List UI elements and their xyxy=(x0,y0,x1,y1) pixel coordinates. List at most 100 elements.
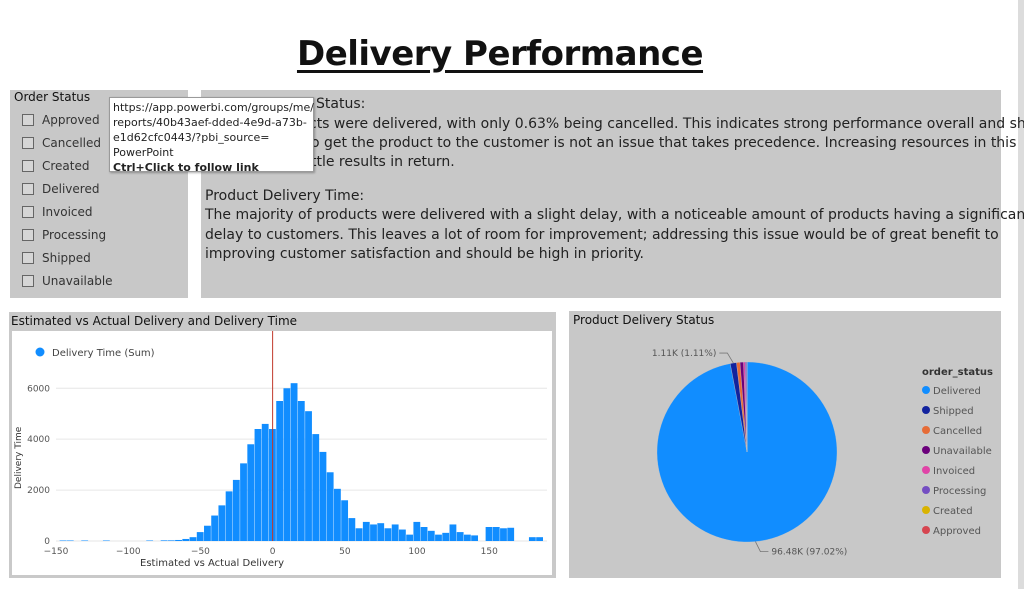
checkbox-icon[interactable] xyxy=(22,137,34,149)
legend-item-delivered[interactable]: Delivered xyxy=(933,386,981,397)
histogram-bar[interactable] xyxy=(160,540,168,541)
x-tick-label: −50 xyxy=(191,547,210,557)
legend-marker xyxy=(922,386,930,394)
histogram-bar[interactable] xyxy=(59,540,67,541)
delivery-histogram-visual[interactable]: Estimated vs Actual Delivery and Deliver… xyxy=(9,312,556,578)
histogram-bar[interactable] xyxy=(204,525,211,541)
legend-marker xyxy=(922,406,930,414)
histogram-bar[interactable] xyxy=(189,537,197,541)
y-tick-label: 2000 xyxy=(27,486,50,496)
legend-item-shipped[interactable]: Shipped xyxy=(933,406,974,417)
histogram-bar[interactable] xyxy=(326,472,334,541)
legend-item-cancelled[interactable]: Cancelled xyxy=(933,426,982,437)
histogram-bar[interactable] xyxy=(232,479,240,541)
histogram-bar[interactable] xyxy=(341,500,349,541)
checkbox-icon[interactable] xyxy=(22,114,34,126)
legend-marker xyxy=(922,466,930,474)
slicer-option-label: Shipped xyxy=(42,251,91,265)
histogram-bar[interactable] xyxy=(500,528,507,541)
legend-marker xyxy=(922,526,930,534)
slicer-option-shipped[interactable]: Shipped xyxy=(22,248,91,268)
histogram-bar[interactable] xyxy=(442,532,450,541)
histogram-bar[interactable] xyxy=(492,527,500,541)
histogram-bar[interactable] xyxy=(102,540,110,541)
histogram-bar[interactable] xyxy=(225,491,233,541)
checkbox-icon[interactable] xyxy=(22,275,34,287)
histogram-bar[interactable] xyxy=(333,488,341,541)
histogram-bar[interactable] xyxy=(305,411,312,541)
histogram-bar[interactable] xyxy=(362,521,370,541)
histogram-bar[interactable] xyxy=(427,530,435,541)
slicer-option-cancelled[interactable]: Cancelled xyxy=(22,133,101,153)
histogram-bar[interactable] xyxy=(536,537,543,541)
y-tick-label: 6000 xyxy=(27,384,50,394)
tooltip-hint: Ctrl+Click to follow link xyxy=(113,161,259,174)
checkbox-icon[interactable] xyxy=(22,183,34,195)
histogram-bar[interactable] xyxy=(370,524,377,541)
histogram-bar[interactable] xyxy=(261,423,269,541)
legend-marker xyxy=(922,426,930,434)
status-text-line: cts were delivered, with only 0.63% bein… xyxy=(309,116,1024,132)
histogram-bar[interactable] xyxy=(471,535,479,541)
x-tick-label: 50 xyxy=(339,547,351,557)
slicer-option-invoiced[interactable]: Invoiced xyxy=(22,202,93,222)
histogram-bar[interactable] xyxy=(528,537,536,541)
histogram-bar[interactable] xyxy=(406,534,414,541)
histogram-bar[interactable] xyxy=(420,527,428,541)
histogram-bar[interactable] xyxy=(413,521,421,541)
insights-textbox: Status: cts were delivered, with only 0.… xyxy=(201,90,1024,298)
histogram-bar[interactable] xyxy=(507,527,515,541)
histogram-bar[interactable] xyxy=(435,534,442,541)
histogram-bar[interactable] xyxy=(182,538,190,541)
checkbox-icon[interactable] xyxy=(22,229,34,241)
slicer-option-created[interactable]: Created xyxy=(22,156,90,176)
data-label-leader xyxy=(719,352,734,364)
legend-item-unavailable[interactable]: Unavailable xyxy=(933,446,992,457)
histogram-bar[interactable] xyxy=(377,523,385,541)
histogram-bar[interactable] xyxy=(348,518,356,541)
legend-item-processing[interactable]: Processing xyxy=(933,486,986,497)
slicer-option-unavailable[interactable]: Unavailable xyxy=(22,271,113,291)
checkbox-icon[interactable] xyxy=(22,252,34,264)
legend-label: Delivery Time (Sum) xyxy=(52,348,155,359)
histogram-bar[interactable] xyxy=(391,524,399,541)
histogram-bar[interactable] xyxy=(175,539,182,541)
slicer-option-delivered[interactable]: Delivered xyxy=(22,179,99,199)
histogram-bar[interactable] xyxy=(384,528,392,541)
histogram-bar[interactable] xyxy=(211,515,219,541)
legend-item-invoiced[interactable]: Invoiced xyxy=(933,466,975,477)
legend-item-created[interactable]: Created xyxy=(933,506,973,517)
histogram-bar[interactable] xyxy=(485,527,493,541)
x-tick-label: −150 xyxy=(44,547,69,557)
histogram-bar[interactable] xyxy=(319,451,327,541)
histogram-bar[interactable] xyxy=(283,388,291,541)
slicer-option-processing[interactable]: Processing xyxy=(22,225,106,245)
histogram-bar[interactable] xyxy=(196,532,204,541)
checkbox-icon[interactable] xyxy=(22,160,34,172)
histogram-bar[interactable] xyxy=(146,540,154,541)
link-tooltip[interactable]: https://app.powerbi.com/groups/me/ repor… xyxy=(109,97,314,174)
histogram-bar[interactable] xyxy=(66,540,74,541)
histogram-bar[interactable] xyxy=(276,401,284,541)
histogram-bar[interactable] xyxy=(463,534,471,541)
histogram-bar[interactable] xyxy=(456,532,464,541)
legend-title: order_status xyxy=(922,367,993,378)
histogram-bar[interactable] xyxy=(240,463,247,541)
delivery-status-pie-visual[interactable]: Product Delivery Status 1.11K (1.11%) 96.… xyxy=(569,311,1001,578)
legend-item-approved[interactable]: Approved xyxy=(933,526,981,537)
histogram-bar[interactable] xyxy=(218,505,226,541)
tooltip-url-line: PowerPoint xyxy=(113,146,174,159)
histogram-bar[interactable] xyxy=(312,434,320,541)
slicer-option-approved[interactable]: Approved xyxy=(22,110,100,130)
histogram-bar[interactable] xyxy=(167,540,175,541)
data-label-leader xyxy=(755,541,769,553)
histogram-bar[interactable] xyxy=(398,529,406,541)
histogram-bar[interactable] xyxy=(449,524,457,541)
histogram-bar[interactable] xyxy=(297,401,305,541)
histogram-bar[interactable] xyxy=(254,429,262,541)
checkbox-icon[interactable] xyxy=(22,206,34,218)
histogram-bar[interactable] xyxy=(247,444,255,541)
histogram-bar[interactable] xyxy=(81,540,89,541)
histogram-bar[interactable] xyxy=(355,528,363,541)
histogram-bar[interactable] xyxy=(290,383,298,541)
